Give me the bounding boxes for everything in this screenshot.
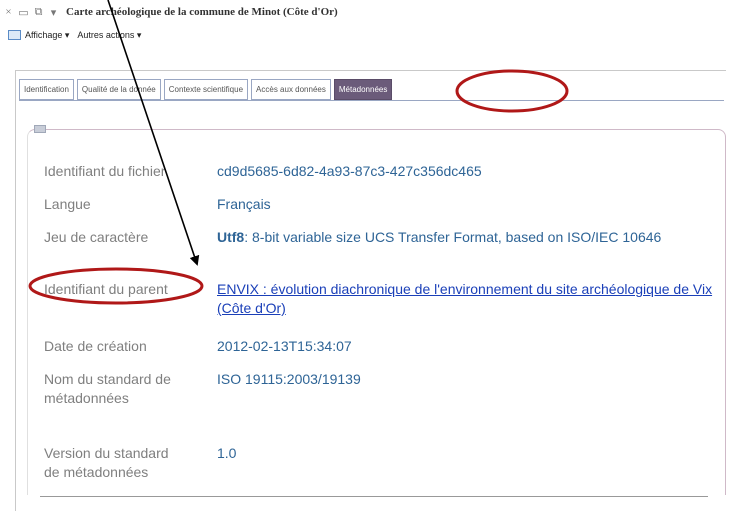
field-value: Français bbox=[217, 196, 271, 212]
field-label: Nom du standard de métadonnées bbox=[44, 371, 171, 406]
window-title: Carte archéologique de la commune de Min… bbox=[66, 6, 338, 18]
restore-icon[interactable]: ⧉ bbox=[32, 6, 45, 19]
layers-icon bbox=[8, 30, 21, 40]
minimize-icon[interactable]: ▭ bbox=[17, 6, 30, 19]
tab-acces-donnees[interactable]: Accès aux données bbox=[251, 79, 331, 100]
field-label: Version du standard de métadonnées bbox=[44, 445, 169, 480]
tab-qualite-donnee[interactable]: Qualité de la donnée bbox=[76, 79, 161, 100]
field-label: Jeu de caractère bbox=[44, 229, 149, 245]
menu-affichage[interactable]: Affichage ▾ bbox=[25, 30, 69, 41]
charset-description: : 8-bit variable size UCS Transfer Forma… bbox=[244, 229, 662, 245]
field-value: ISO 19115:2003/19139 bbox=[217, 371, 361, 387]
tab-divider bbox=[19, 100, 724, 101]
field-label: Langue bbox=[44, 196, 91, 212]
close-icon[interactable]: × bbox=[2, 6, 15, 18]
field-label: Date de création bbox=[44, 338, 147, 354]
collapse-icon[interactable] bbox=[34, 125, 46, 133]
window-titlebar: × ▭ ⧉ ▾ Carte archéologique de la commun… bbox=[0, 0, 739, 24]
menu-autres-actions[interactable]: Autres actions ▾ bbox=[77, 30, 141, 41]
field-value: Utf8: 8-bit variable size UCS Transfer F… bbox=[217, 228, 717, 247]
parent-link[interactable]: ENVIX : évolution diachronique de l'envi… bbox=[217, 281, 712, 316]
field-value: 1.0 bbox=[217, 445, 237, 461]
bottom-divider bbox=[40, 496, 708, 497]
chevron-down-icon[interactable]: ▾ bbox=[47, 6, 60, 19]
field-label: Identifiant du fichier bbox=[44, 163, 166, 179]
field-value: cd9d5685-6d82-4a93-87c3-427c356dc465 bbox=[217, 163, 482, 179]
menu-bar: Affichage ▾ Autres actions ▾ bbox=[0, 24, 739, 46]
tab-identification[interactable]: Identification bbox=[19, 79, 74, 100]
tab-contexte-scientifique[interactable]: Contexte scientifique bbox=[163, 79, 249, 100]
field-value: 2012-02-13T15:34:07 bbox=[217, 338, 352, 354]
charset-code: Utf8 bbox=[217, 229, 245, 245]
field-value: ENVIX : évolution diachronique de l'envi… bbox=[217, 280, 717, 318]
tab-metadonnees[interactable]: Métadonnées bbox=[333, 79, 393, 100]
tab-strip: Identification Qualité de la donnée Cont… bbox=[19, 79, 395, 100]
field-label: Identifiant du parent bbox=[44, 281, 168, 297]
